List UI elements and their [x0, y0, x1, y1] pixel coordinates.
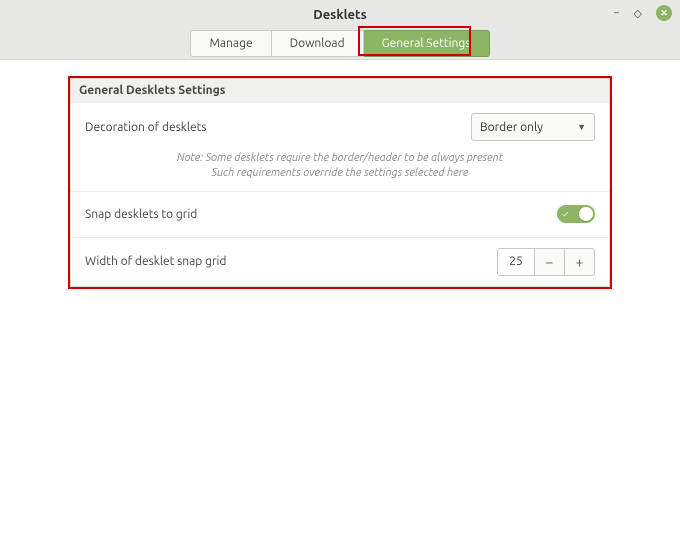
panel-title: General Desklets Settings	[71, 79, 609, 102]
window-title: Desklets	[313, 8, 367, 22]
row-width: Width of desklet snap grid − +	[71, 237, 609, 286]
decoration-note: Note: Some desklets require the border/h…	[71, 151, 609, 191]
row-decoration: Decoration of desklets Border only ▼	[71, 102, 609, 151]
chevron-down-icon: ▼	[577, 122, 586, 132]
settings-panel: General Desklets Settings Decoration of …	[70, 78, 610, 287]
tab-general-settings[interactable]: General Settings	[364, 30, 490, 57]
titlebar: Desklets − ◇	[0, 0, 680, 30]
row-snap: Snap desklets to grid ✓	[71, 191, 609, 237]
content-area: General Desklets Settings Decoration of …	[0, 60, 680, 558]
toggle-knob	[579, 207, 593, 221]
width-input[interactable]	[497, 248, 535, 276]
maximize-button[interactable]: ◇	[634, 7, 642, 20]
close-button[interactable]	[656, 5, 672, 21]
width-decrement[interactable]: −	[535, 248, 565, 276]
window-controls: − ◇	[613, 5, 672, 21]
minimize-button[interactable]: −	[613, 7, 619, 19]
width-label: Width of desklet snap grid	[85, 255, 497, 268]
decoration-select[interactable]: Border only ▼	[471, 113, 595, 141]
tab-manage[interactable]: Manage	[190, 30, 271, 57]
snap-toggle[interactable]: ✓	[557, 205, 595, 223]
tab-download[interactable]: Download	[272, 30, 364, 57]
snap-label: Snap desklets to grid	[85, 208, 557, 221]
width-stepper: − +	[497, 248, 595, 276]
decoration-value: Border only	[480, 121, 543, 134]
check-icon: ✓	[562, 209, 568, 219]
tab-bar: Manage Download General Settings	[0, 30, 680, 60]
width-increment[interactable]: +	[565, 248, 595, 276]
decoration-label: Decoration of desklets	[85, 121, 471, 134]
